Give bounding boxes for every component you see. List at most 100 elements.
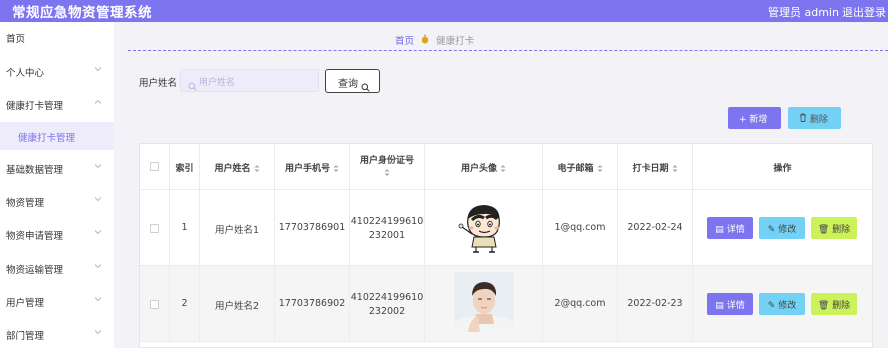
row-delete-button-label: 删除: [832, 301, 851, 311]
row-checkbox-cell: [140, 266, 170, 342]
table-header-avatar[interactable]: 用户头像: [425, 144, 543, 190]
sidebar-item-material-transport[interactable]: 物资运输管理: [0, 255, 114, 283]
cell-avatar: [425, 266, 543, 342]
cell-text: 用户姓名2: [214, 301, 260, 312]
sidebar: 首页 个人中心 健康打卡管理 健康打卡管理 基础数据管理 物资管理 物资申请管理…: [0, 22, 114, 348]
trash-icon: 🗑: [817, 301, 830, 311]
cell-name: 用户姓名1: [200, 190, 275, 266]
header-label: 打卡日期: [632, 164, 669, 174]
sort-icon: [254, 164, 260, 173]
cell-text: 用户姓名1: [214, 225, 260, 236]
cell-index: 1: [170, 190, 200, 266]
row-checkbox[interactable]: [150, 224, 159, 233]
cell-text: 2022-02-23: [627, 298, 683, 309]
data-table: 索引 用户姓名 用户手机号 用户身份证号 用户头像 电子邮箱 打卡日期 操作 1…: [139, 143, 873, 348]
cell-date: 2022-02-23: [618, 266, 693, 342]
sidebar-item-personal-center[interactable]: 个人中心: [0, 58, 114, 86]
cell-phone: 17703786901: [275, 190, 350, 266]
cell-index: 2: [170, 266, 200, 342]
cell-text: 2@qq.com: [554, 298, 606, 309]
table-header-phone[interactable]: 用户手机号: [275, 144, 350, 190]
sidebar-item-home[interactable]: 首页: [0, 24, 114, 52]
cell-actions: ▤ 详情 ✎ 修改 🗑 删除: [693, 266, 872, 342]
header-label: 用户姓名: [214, 164, 251, 174]
sidebar-item-health-checkin[interactable]: 健康打卡管理: [0, 91, 114, 119]
header-label: 操作: [773, 164, 792, 174]
cell-text: 2: [181, 298, 188, 309]
sort-icon: [500, 164, 506, 173]
chevron-down-icon: [94, 262, 102, 270]
table-header-name[interactable]: 用户姓名: [200, 144, 275, 190]
sort-icon: [597, 164, 603, 173]
sidebar-item-materials[interactable]: 物资管理: [0, 188, 114, 216]
chevron-up-icon: [94, 98, 102, 106]
row-delete-button-text: 🗑 删除: [811, 298, 857, 311]
table-header-id-number[interactable]: 用户身份证号: [350, 144, 425, 190]
chevron-down-icon: [94, 295, 102, 303]
table-header-email[interactable]: 电子邮箱: [543, 144, 618, 190]
breadcrumb-home[interactable]: 首页: [395, 36, 414, 47]
table-header-date[interactable]: 打卡日期: [618, 144, 693, 190]
header-label: 用户手机号: [284, 164, 330, 174]
cell-text: 1: [181, 222, 188, 233]
sidebar-item-material-requests[interactable]: 物资申请管理: [0, 221, 114, 249]
sidebar-item-label: 健康打卡管理: [6, 101, 64, 112]
cell-text: 410224199610: [350, 292, 424, 303]
sidebar-subitem-health-checkin[interactable]: 健康打卡管理: [0, 122, 114, 150]
pencil-icon: ✎: [767, 301, 776, 311]
cell-avatar: [425, 190, 543, 266]
detail-button[interactable]: ▤ 详情: [707, 217, 753, 239]
sidebar-item-label: 基础数据管理: [6, 165, 64, 176]
cell-id-number: 410224199610 232001: [350, 190, 425, 266]
detail-button-text: ▤ 详情: [707, 298, 753, 311]
header-label: 索引: [175, 164, 194, 174]
detail-button[interactable]: ▤ 详情: [707, 293, 753, 315]
query-button[interactable]: 查询: [325, 69, 380, 93]
chevron-down-icon: [94, 328, 102, 336]
edit-button-text: ✎ 修改: [759, 298, 805, 311]
plus-icon: +: [739, 115, 747, 125]
chevron-down-icon: [94, 65, 102, 73]
add-button-text: + 新增: [739, 112, 767, 125]
row-delete-button[interactable]: 🗑 删除: [811, 217, 857, 239]
cell-text: 17703786901: [278, 222, 346, 233]
sidebar-item-basic-data[interactable]: 基础数据管理: [0, 155, 114, 183]
logout-link[interactable]: 退出登录: [842, 4, 886, 20]
add-button[interactable]: + 新增: [728, 107, 781, 129]
breadcrumb-divider: [128, 50, 888, 51]
row-delete-button-label: 删除: [832, 225, 851, 235]
sidebar-item-departments[interactable]: 部门管理: [0, 321, 114, 348]
sidebar-item-label: 首页: [6, 34, 26, 45]
row-checkbox[interactable]: [150, 300, 159, 309]
search-icon: [361, 77, 370, 92]
sidebar-item-label: 部门管理: [6, 331, 45, 342]
cell-name: 用户姓名2: [200, 266, 275, 342]
cell-phone: 17703786902: [275, 266, 350, 342]
admin-label: 管理员 admin: [768, 6, 839, 19]
pencil-icon: ✎: [767, 225, 776, 235]
header-label: 电子邮箱: [557, 164, 594, 174]
cell-id-number: 410224199610 232002: [350, 266, 425, 342]
delete-button[interactable]: 删除: [788, 107, 841, 129]
sort-icon: [672, 164, 678, 173]
select-all-checkbox[interactable]: [150, 162, 159, 171]
chevron-down-icon: [94, 228, 102, 236]
trash-icon: 🗑: [817, 225, 830, 235]
sidebar-subitem-label: 健康打卡管理: [18, 133, 76, 144]
table-header-checkbox: [140, 144, 170, 190]
cell-email: 1@qq.com: [543, 190, 618, 266]
edit-button[interactable]: ✎ 修改: [759, 293, 805, 315]
search-input[interactable]: 用户姓名: [180, 69, 319, 92]
add-button-label: 新增: [749, 115, 768, 125]
row-delete-button[interactable]: 🗑 删除: [811, 293, 857, 315]
table-header-actions: 操作: [693, 144, 872, 190]
sidebar-item-users[interactable]: 用户管理: [0, 288, 114, 316]
chevron-down-icon: [94, 162, 102, 170]
detail-button-label: 详情: [726, 301, 745, 311]
edit-button[interactable]: ✎ 修改: [759, 217, 805, 239]
row-delete-button-text: 🗑 删除: [811, 222, 857, 235]
edit-button-label: 修改: [778, 301, 797, 311]
detail-button-label: 详情: [726, 225, 745, 235]
header-label: 用户身份证号: [359, 156, 414, 166]
cell-text: 2022-02-24: [627, 222, 683, 233]
